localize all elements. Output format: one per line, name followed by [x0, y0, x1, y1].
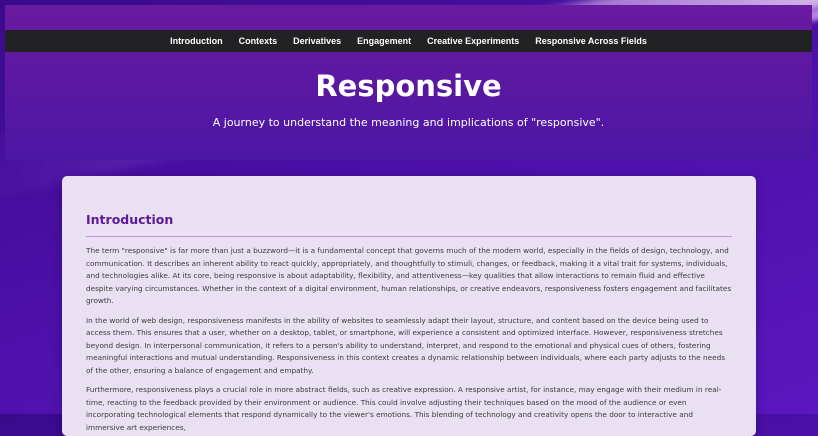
nav-link-responsive-across-fields[interactable]: Responsive Across Fields [535, 36, 647, 46]
paragraph-2: In the world of web design, responsivene… [86, 315, 726, 375]
nav-link-creative-experiments[interactable]: Creative Experiments [427, 36, 519, 46]
nav-link-introduction[interactable]: Introduction [170, 36, 223, 46]
section-divider [86, 236, 732, 237]
nav-link-engagement[interactable]: Engagement [357, 36, 411, 46]
page-title: Responsive [315, 69, 502, 103]
content-card: Introduction The term "responsive" is fa… [62, 176, 756, 436]
nav-link-derivatives[interactable]: Derivatives [293, 36, 341, 46]
page-subtitle: A journey to understand the meaning and … [212, 116, 605, 129]
paragraph-1: The term "responsive" is far more than j… [86, 246, 732, 305]
paragraph-3: Furthermore, responsiveness plays a cruc… [86, 385, 722, 432]
section-heading: Introduction [86, 212, 174, 227]
page-header: Introduction Contexts Derivatives Engage… [5, 5, 812, 160]
nav-link-contexts[interactable]: Contexts [239, 36, 278, 46]
top-nav: Introduction Contexts Derivatives Engage… [5, 30, 812, 52]
introduction-section: Introduction The term "responsive" is fa… [62, 176, 756, 434]
